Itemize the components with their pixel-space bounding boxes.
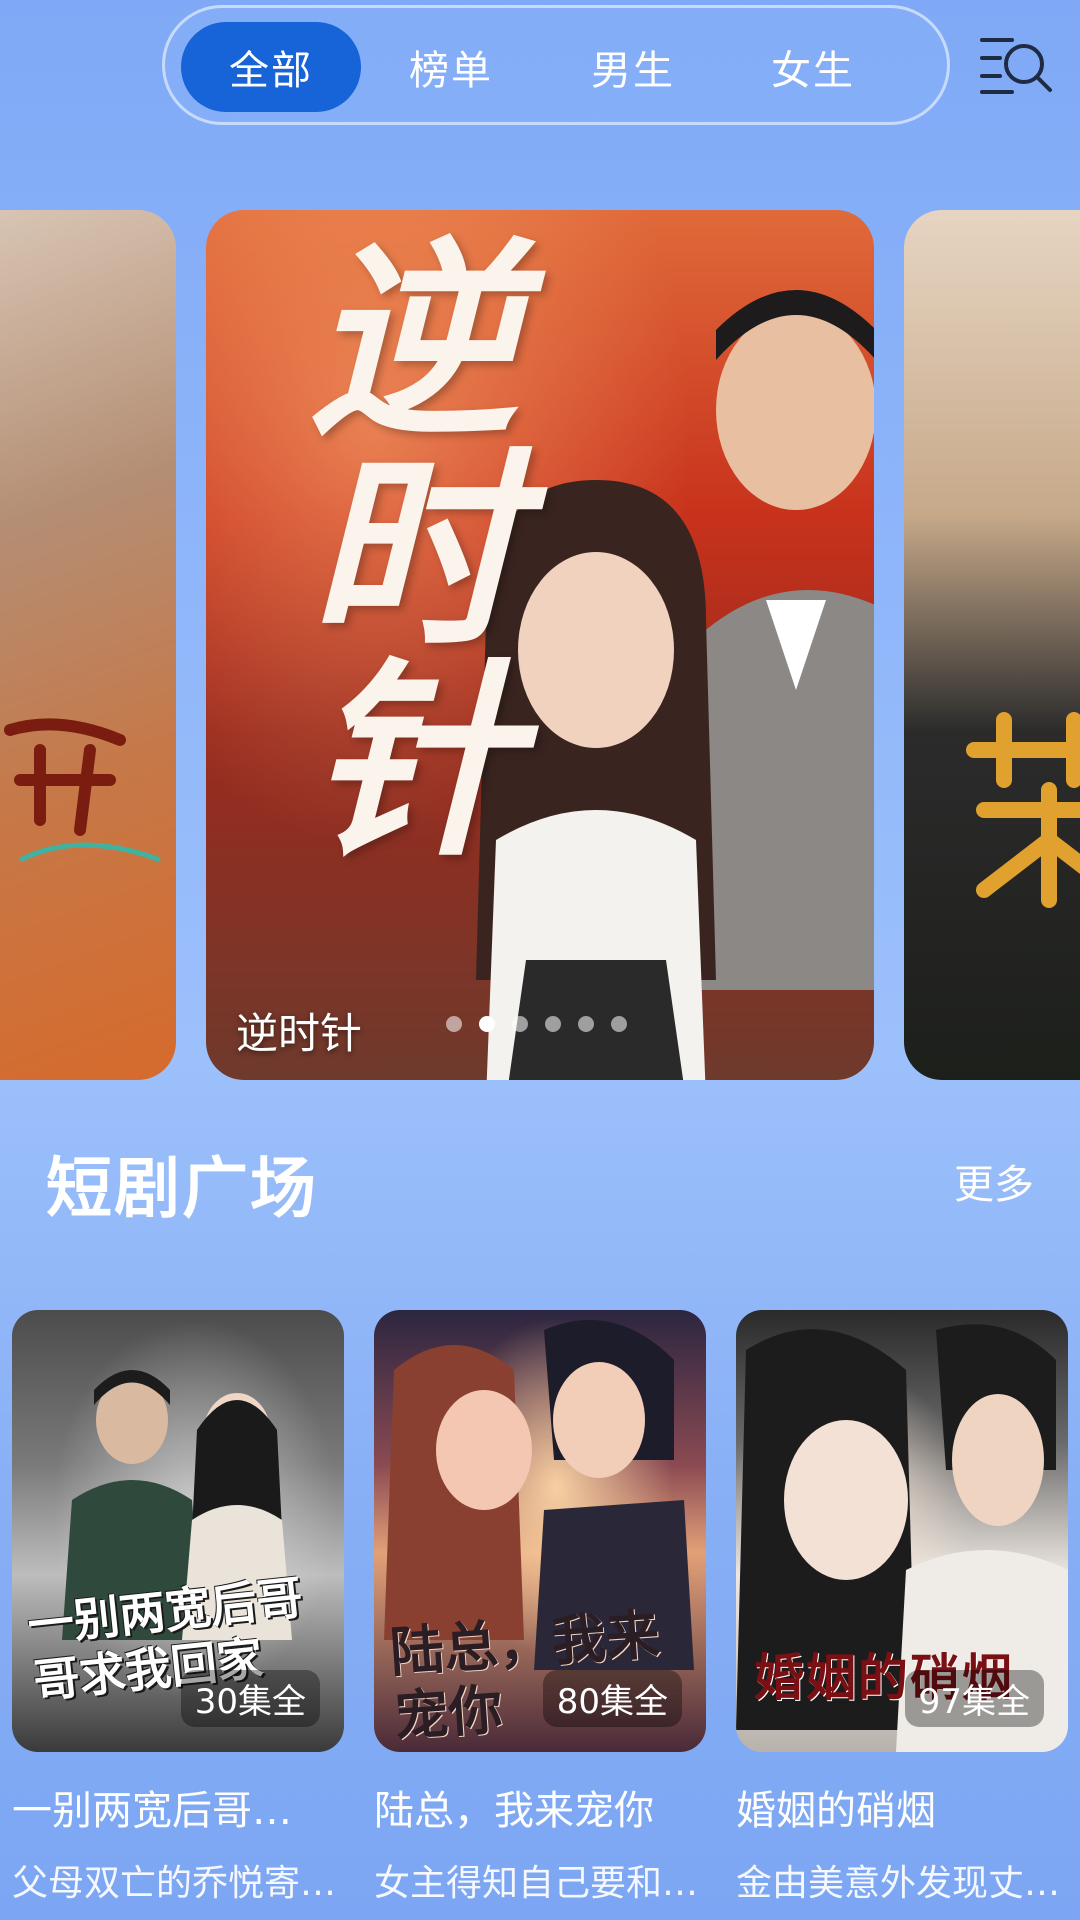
episode-count-badge: 97集全 [904,1670,1044,1727]
search-button[interactable] [978,30,1056,100]
drama-description: 女主得知自己要和… [374,1863,699,1904]
banner-calligraphy-title: 逆时针 [272,230,519,860]
drama-cover[interactable]: 陆总，我来宠你 80集全 [374,1310,706,1752]
banner-current-title: 逆时针 [236,1009,363,1058]
banner-card-previous[interactable] [0,210,176,1080]
drama-card[interactable]: 一别两宽后哥哥求我回家 30集全 一别两宽后哥… 父母双亡的乔悦寄… [12,1310,344,1906]
drama-card[interactable]: 陆总，我来宠你 80集全 陆总，我来宠你 女主得知自己要和… [374,1310,706,1906]
section-title: 短剧广场 [46,1150,318,1227]
banner-left-poster-art [4,718,161,863]
banner-dot[interactable] [578,1016,594,1032]
banner-dot[interactable] [512,1016,528,1032]
search-list-icon [980,38,1052,94]
banner-dot-active[interactable] [479,1016,495,1032]
more-link[interactable]: 更多 [954,1152,1034,1210]
drama-title[interactable]: 陆总，我来宠你 [374,1778,706,1836]
banner-card-current[interactable]: 逆时针 逆时针 [206,210,874,1080]
banner-pagination [446,1016,627,1032]
banner-dot[interactable] [611,1016,627,1032]
category-tab-bar: 全部 榜单 男生 女生 [162,5,950,125]
banner-card-next[interactable] [904,210,1080,1080]
tab-female[interactable]: 女生 [723,22,903,112]
drama-cover[interactable]: 婚姻的硝烟 97集全 [736,1310,1068,1752]
tab-ranking[interactable]: 榜单 [361,22,541,112]
drama-card[interactable]: 婚姻的硝烟 97集全 婚姻的硝烟 金由美意外发现丈… [736,1310,1068,1906]
tab-all[interactable]: 全部 [181,22,361,112]
drama-title[interactable]: 婚姻的硝烟 [736,1778,1068,1836]
drama-cover[interactable]: 一别两宽后哥哥求我回家 30集全 [12,1310,344,1752]
banner-dot[interactable] [446,1016,462,1032]
banner-right-poster-art [966,712,1080,908]
episode-count-badge: 30集全 [180,1670,320,1727]
tab-male[interactable]: 男生 [543,22,723,112]
episode-count-badge: 80集全 [542,1670,682,1727]
banner-dot[interactable] [545,1016,561,1032]
drama-description: 父母双亡的乔悦寄… [12,1863,337,1904]
drama-title[interactable]: 一别两宽后哥… [12,1778,344,1836]
drama-description: 金由美意外发现丈… [736,1863,1061,1904]
